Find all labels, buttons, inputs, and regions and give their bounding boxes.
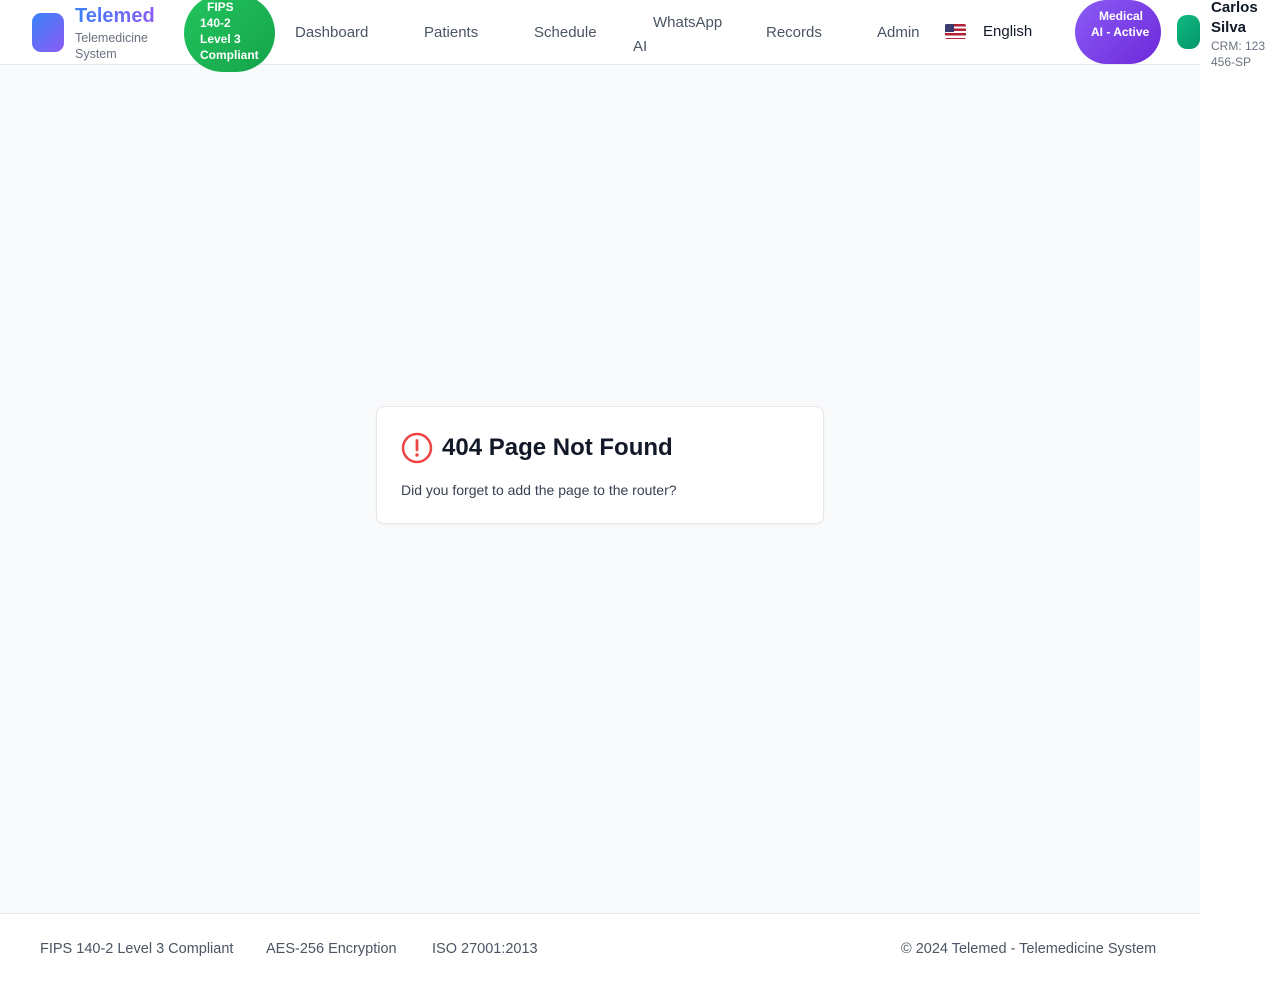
footer-fips: FIPS 140-2 Level 3 Compliant <box>40 941 234 957</box>
nav-whatsapp-line1: WhatsApp <box>653 14 723 31</box>
error-message: Did you forget to add the page to the ro… <box>401 482 677 498</box>
nav-patients[interactable]: Patients <box>424 24 478 42</box>
nav-dashboard[interactable]: Dashboard <box>295 24 368 42</box>
alert-circle-icon <box>401 432 433 464</box>
brand-subtitle: Telemedicine System <box>75 31 148 61</box>
nav-whatsapp-line2: AI <box>633 38 648 55</box>
logo-icon[interactable] <box>32 13 64 52</box>
not-found-card: 404 Page Not Found Did you forget to add… <box>376 406 824 524</box>
medical-ai-status-badge[interactable]: Medical AI - Active <box>1075 0 1161 64</box>
brand-title[interactable]: Telemed <box>75 5 155 27</box>
fips-badge-line2: 140-2 Level 3 Compliant <box>200 16 259 62</box>
language-selector[interactable]: English <box>983 23 1032 40</box>
ai-badge-line1: Medical <box>1099 9 1144 23</box>
fips-badge-line1: FIPS <box>207 0 234 14</box>
nav-admin[interactable]: Admin <box>877 24 920 42</box>
user-avatar[interactable] <box>1177 15 1200 49</box>
footer: FIPS 140-2 Level 3 Compliant AES-256 Enc… <box>0 913 1200 982</box>
top-header: Telemed Telemedicine System FIPS 140-2 L… <box>0 0 1200 72</box>
error-title: 404 Page Not Found <box>442 434 673 461</box>
fips-compliance-badge: FIPS 140-2 Level 3 Compliant <box>184 0 275 72</box>
user-crm: CRM: 123456-SP <box>1211 39 1266 69</box>
us-flag-icon[interactable] <box>945 24 966 39</box>
footer-iso: ISO 27001:2013 <box>432 941 538 957</box>
nav-schedule[interactable]: Schedule <box>534 24 597 42</box>
app-root: Telemed Telemedicine System FIPS 140-2 L… <box>0 0 1200 982</box>
nav-records[interactable]: Records <box>766 24 822 42</box>
ai-badge-line2: AI - Active <box>1091 25 1150 39</box>
user-name[interactable]: Carlos Silva <box>1211 0 1271 38</box>
footer-copyright: © 2024 Telemed - Telemedicine System <box>901 941 1157 957</box>
footer-aes: AES-256 Encryption <box>266 941 397 957</box>
nav-whatsapp-ai[interactable]: WhatsApp AI <box>633 11 733 59</box>
